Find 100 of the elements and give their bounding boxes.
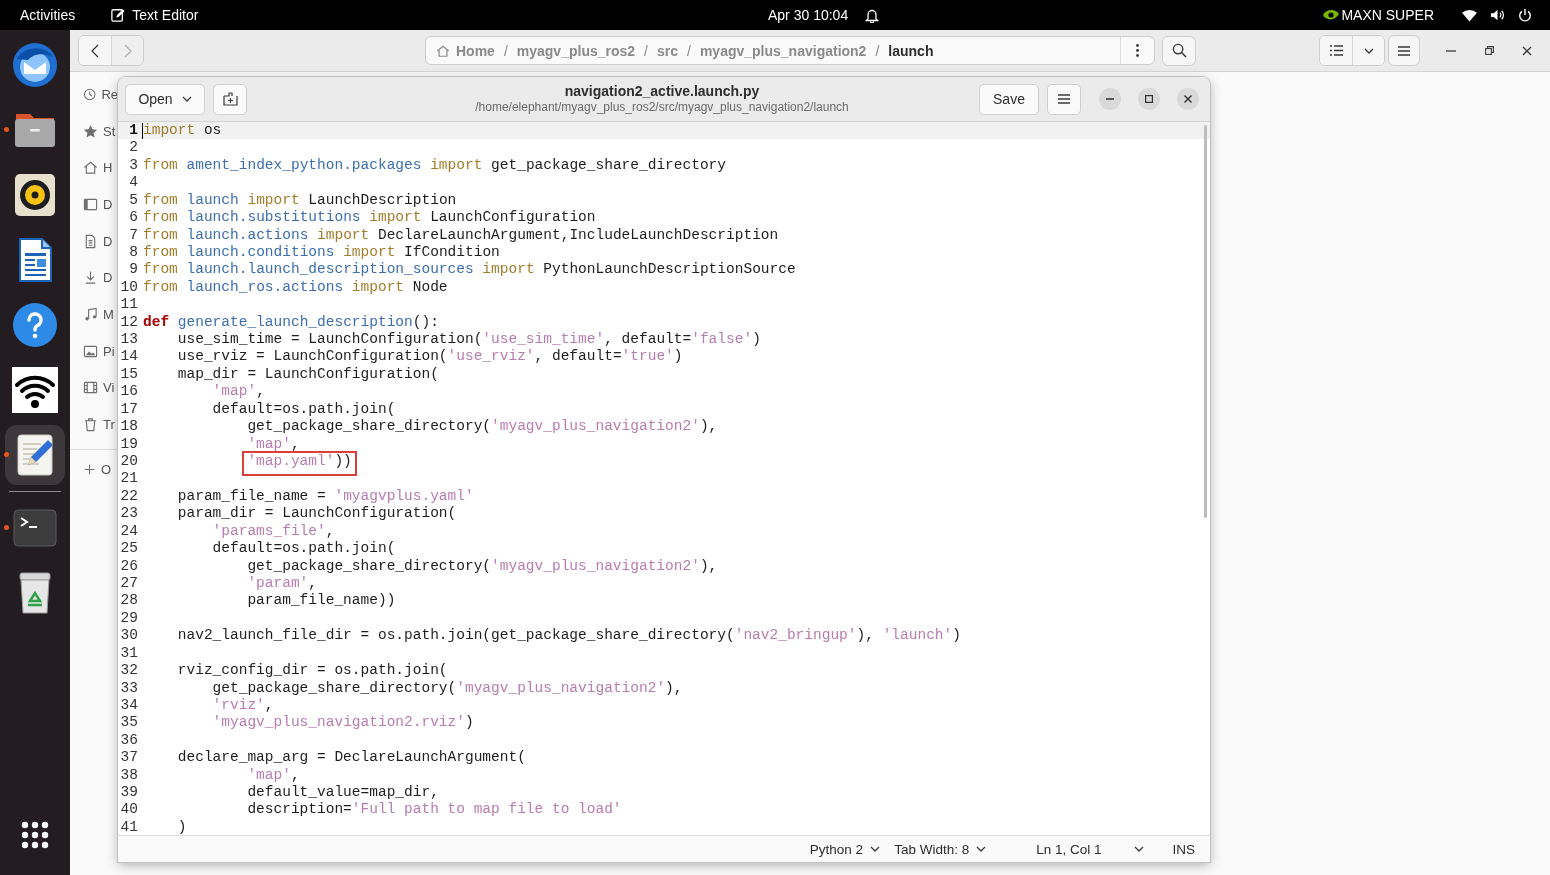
- line-number: 28: [119, 592, 138, 610]
- close-icon: [1522, 45, 1532, 56]
- eye-logo-icon: [1323, 9, 1340, 21]
- line-number: 5: [128, 191, 138, 210]
- clock-icon: [83, 86, 97, 102]
- code-line: ): [177, 818, 187, 835]
- scrollbar[interactable]: [1204, 125, 1207, 518]
- line-number: 40: [119, 801, 138, 819]
- code-line: rviz_config_dir = os.path.join(: [177, 662, 448, 680]
- chevron-down-icon: [181, 96, 192, 102]
- sidebar-item[interactable]: D: [70, 186, 118, 223]
- language-button[interactable]: Python 2: [809, 841, 881, 857]
- dock-item[interactable]: [5, 424, 65, 485]
- hamburger-icon: [1058, 94, 1070, 104]
- app-menu-button[interactable]: Text Editor: [111, 7, 199, 23]
- line-number: 3: [128, 156, 138, 175]
- line-number: 37: [119, 749, 138, 767]
- code-line: 'param',: [247, 574, 318, 593]
- line-number: 6: [128, 209, 138, 227]
- line-number: 41: [119, 818, 138, 835]
- minimize-button[interactable]: [1099, 88, 1121, 110]
- line-number: 30: [119, 627, 138, 645]
- path-segment[interactable]: launch: [888, 42, 934, 59]
- chevron-right-icon: [123, 43, 132, 58]
- window-subtitle: /home/elephant/myagv_plus_ros2/src/myagv_plus_navigation2/launch: [475, 100, 849, 115]
- help-icon: [12, 301, 58, 348]
- power-icon: [1518, 8, 1532, 22]
- app-grid-icon: [20, 819, 50, 850]
- line-number: 27: [119, 574, 138, 593]
- sidebar-item[interactable]: Pi: [70, 332, 118, 370]
- volume-icon: [1490, 8, 1505, 22]
- sidebar-item[interactable]: O: [70, 450, 118, 488]
- code-line: from launch.conditions import IfCondition: [143, 243, 500, 262]
- menu-button[interactable]: [1388, 35, 1420, 66]
- speaker-icon: [12, 171, 58, 218]
- sidebar-item[interactable]: M: [70, 296, 118, 333]
- menu-button[interactable]: [1047, 83, 1081, 115]
- save-button[interactable]: Save: [979, 83, 1039, 115]
- path-separator: /: [644, 42, 648, 59]
- line-number: 33: [119, 679, 138, 697]
- line-number: 20: [119, 453, 138, 471]
- hamburger-icon: [1398, 45, 1410, 56]
- music-note-icon: [83, 306, 98, 322]
- home-icon: [83, 160, 98, 176]
- new-tab-button[interactable]: [213, 83, 247, 115]
- activities-button[interactable]: Activities: [20, 7, 76, 23]
- code-line: import os: [143, 122, 222, 140]
- trash-icon: [83, 417, 98, 433]
- line-number: 15: [119, 365, 138, 384]
- restore-icon: [1484, 46, 1494, 55]
- sidebar-item[interactable]: St: [70, 112, 118, 150]
- path-separator: /: [875, 42, 880, 59]
- code-line: default=os.path.join(: [212, 400, 396, 419]
- code-line: from ament_index_python.packages import get_package_share_directory: [143, 156, 726, 175]
- search-button[interactable]: [1162, 35, 1196, 66]
- line-number: 34: [119, 696, 138, 715]
- code-line: param_file_name = 'myagvplus.yaml': [177, 487, 474, 506]
- close-button[interactable]: [1177, 88, 1199, 110]
- line-number: 35: [119, 714, 138, 732]
- line-number: 12: [119, 313, 138, 332]
- sidebar-item[interactable]: Vi: [70, 369, 118, 407]
- line-number: 11: [119, 296, 138, 314]
- text-cursor: [142, 122, 143, 139]
- code-line: 'map',: [212, 383, 265, 401]
- minimize-icon: [1106, 98, 1114, 100]
- code-line: description='Full path to map file to load': [247, 801, 622, 819]
- maximize-button[interactable]: [1138, 88, 1160, 110]
- film-icon: [83, 380, 98, 396]
- list-icon: [1329, 45, 1343, 56]
- code-line: use_rviz = LaunchConfiguration('use_rviz', default='true'): [177, 348, 683, 366]
- document-icon: [83, 233, 98, 249]
- line-number: 21: [119, 470, 138, 488]
- sidebar-item[interactable]: Re: [70, 76, 118, 113]
- position-dropdown-button[interactable]: [1134, 846, 1145, 852]
- line-number: 8: [128, 243, 138, 262]
- sidebar-item[interactable]: Tr: [70, 406, 118, 443]
- chevron-down-icon: [1134, 846, 1145, 852]
- code-line: 'params_file',: [212, 522, 335, 541]
- chevron-down-icon: [870, 846, 881, 852]
- path-separator: /: [687, 42, 691, 59]
- open-button[interactable]: Open: [125, 83, 205, 115]
- code-line: from launch.actions import DeclareLaunchArgument,IncludeLaunchDescription: [143, 226, 779, 244]
- sidebar-item[interactable]: D: [70, 222, 118, 260]
- chevron-down-icon: [976, 846, 987, 852]
- clock-button[interactable]: Apr 30 10:04: [768, 7, 849, 23]
- line-number: 29: [119, 609, 138, 628]
- code-line: from launch_ros.actions import Node: [143, 278, 448, 297]
- line-number: 17: [119, 400, 138, 419]
- line-number: 1: [128, 122, 138, 140]
- sidebar-item[interactable]: D: [70, 259, 118, 297]
- code-line: 'rviz',: [212, 696, 274, 715]
- line-number: 36: [119, 731, 138, 750]
- line-number: 2: [128, 139, 138, 157]
- code-line: 'map',: [247, 435, 300, 453]
- tab-width-button[interactable]: Tab Width: 8: [894, 841, 987, 857]
- line-number: 19: [119, 435, 138, 453]
- sidebar-item[interactable]: H: [70, 149, 118, 187]
- bell-icon: [865, 7, 880, 23]
- new-tab-icon: [222, 92, 238, 106]
- line-number: 13: [119, 331, 138, 349]
